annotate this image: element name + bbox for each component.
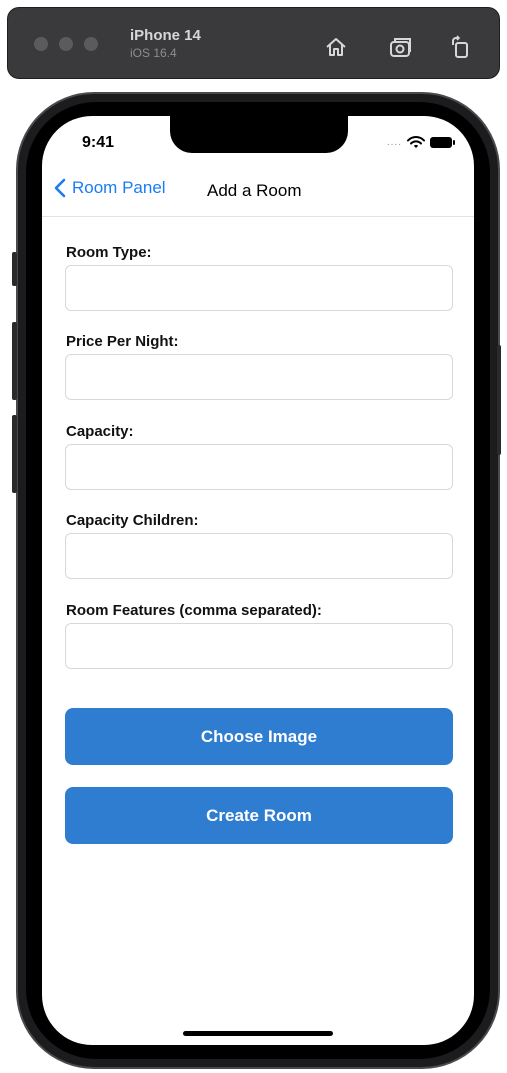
room-features-label: Room Features (comma separated): (66, 602, 322, 619)
chevron-left-icon (54, 178, 66, 198)
screenshot-button[interactable] (388, 34, 414, 60)
silent-switch (12, 252, 17, 286)
close-window-dot[interactable] (34, 37, 48, 51)
back-button-label: Room Panel (72, 178, 166, 197)
back-button[interactable]: Room Panel (54, 178, 166, 198)
power-button (497, 345, 501, 455)
wifi-icon (407, 136, 425, 148)
screenshot-icon (390, 38, 411, 57)
signal-dots: .... (386, 136, 402, 148)
status-icons: .... (386, 136, 455, 149)
simulator-toolbar: iPhone 14 iOS 16.4 (7, 7, 500, 79)
volume-down-button (12, 415, 17, 493)
notch (170, 116, 348, 153)
price-per-night-label: Price Per Night: (66, 333, 179, 350)
capacity-children-input[interactable] (65, 533, 453, 579)
os-version: iOS 16.4 (130, 46, 177, 60)
choose-image-button[interactable]: Choose Image (65, 708, 453, 765)
room-features-input[interactable] (65, 623, 453, 669)
home-button[interactable] (323, 34, 349, 60)
room-type-label: Room Type: (66, 244, 152, 261)
rotate-icon (452, 35, 468, 58)
rotate-button[interactable] (448, 34, 474, 60)
capacity-children-label: Capacity Children: (66, 512, 199, 529)
zoom-window-dot[interactable] (84, 37, 98, 51)
volume-up-button (12, 322, 17, 400)
page-title: Add a Room (207, 181, 302, 200)
price-per-night-input[interactable] (65, 354, 453, 400)
phone-screen: 9:41 .... Room Panel Add a Room Room Typ… (42, 116, 474, 1045)
device-name: iPhone 14 (130, 27, 201, 44)
nav-divider (42, 216, 474, 217)
capacity-input[interactable] (65, 444, 453, 490)
create-room-button[interactable]: Create Room (65, 787, 453, 844)
minimize-window-dot[interactable] (59, 37, 73, 51)
battery-icon (430, 137, 455, 148)
home-indicator (183, 1031, 333, 1036)
capacity-label: Capacity: (66, 423, 134, 440)
status-time: 9:41 (82, 134, 115, 151)
home-icon (326, 38, 346, 56)
room-type-input[interactable] (65, 265, 453, 311)
